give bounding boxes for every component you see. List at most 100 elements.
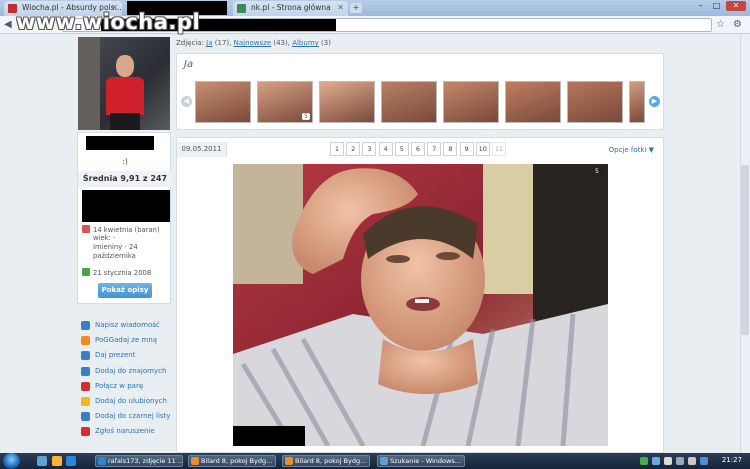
pager-page[interactable]: 2 [346,142,361,156]
tray-volume-icon[interactable] [688,457,696,465]
maximize-button[interactable]: □ [710,1,723,11]
taskbar-app-label: Szukanie - Windows... [390,457,461,465]
action-label: Połącz w parę [95,381,144,390]
action-link[interactable]: Dodaj do znajomych [80,364,175,379]
profile-status: :) [122,157,128,166]
photo-date: 09.05.2011 [177,142,227,157]
pager-page[interactable]: 5 [394,142,409,156]
explorer-icon[interactable] [37,456,47,466]
tab-label: nk.pl - Strona główna [251,3,331,12]
pager-page[interactable]: 4 [378,142,393,156]
wrench-icon[interactable]: ⚙ [733,19,742,30]
pager-page[interactable]: 11 [492,142,506,156]
pager-page[interactable]: 9 [459,142,474,156]
action-link[interactable]: Zgłoś naruszenie [80,424,175,439]
nk-favicon-icon [237,4,246,13]
rating-label: Średnia 9,91 z 247 [78,171,172,187]
minimize-button[interactable]: – [694,1,707,11]
star-icon [81,396,90,406]
action-link[interactable]: PoGGadaj ze mną [80,333,175,348]
album-thumbnail[interactable] [629,81,645,123]
gift-icon [81,351,90,361]
flower-icon [81,336,90,346]
calendar-icon [82,268,90,276]
pager-page[interactable]: 10 [475,142,490,156]
new-tab-button[interactable]: + [350,3,362,13]
photo-viewer: 09.05.2011 1 2 3 4 5 6 7 8 9 10 11 Opcje fotki ▼ [176,137,664,453]
action-label: Napisz wiadomość [95,321,160,329]
album-thumbnail[interactable] [567,81,623,123]
album-thumbnail[interactable] [505,81,561,123]
taskbar-app-label: Bilard 8, pokoj Bydg... [295,457,367,465]
tab-close-icon[interactable]: ✕ [337,3,344,12]
photos-nav: Zdjęcia: Ja (17), Najnowsze (43), Albumy… [176,39,331,47]
pager-page[interactable]: 1 [330,142,344,156]
ie-icon[interactable] [66,456,76,466]
album-thumbnail[interactable] [195,81,251,123]
album-next-button[interactable]: ▶ [649,96,660,107]
link-ja[interactable]: Ja [206,39,212,47]
album-thumbnail[interactable] [319,81,375,123]
album-thumbnail[interactable]: 5 [257,81,313,123]
action-link[interactable]: Dodaj do czarnej listy [80,409,175,424]
tray-network-icon[interactable] [640,457,648,465]
app-icon [98,457,106,465]
joined-line: 21 stycznia 2008 [82,268,151,278]
close-window-button[interactable]: ✕ [726,1,746,11]
link-albumy[interactable]: Albumy [292,39,319,47]
action-link[interactable]: Napisz wiadomość [80,318,175,333]
back-icon[interactable]: ◀ [4,19,12,30]
app-icon [380,457,388,465]
taskbar-app-label: Bilard 8, pokoj Bydg... [201,457,273,465]
profile-info-box: :) Średnia 9,91 z 247 14 kwietnia (baran… [77,132,172,304]
age-line: wiek: - [93,234,116,242]
main-photo[interactable]: 5 [233,164,608,446]
scrollbar[interactable] [740,35,750,453]
watermark-logo: www.wiocha.pl [16,10,201,34]
action-link[interactable]: Daj prezent [80,348,175,363]
pager-page[interactable]: 3 [362,142,377,156]
taskbar-app[interactable]: Bilard 8, pokoj Bydg... [282,455,370,467]
app-icon [285,457,293,465]
folder-icon[interactable] [52,456,62,466]
person-block-icon [81,412,90,422]
action-link[interactable]: Dodaj do ulubionych [80,394,175,409]
tray-chat-icon[interactable] [652,457,660,465]
tray-sync-icon[interactable] [664,457,672,465]
zodiac-icon [82,225,90,233]
pager-page[interactable]: 7 [427,142,442,156]
link-najnowsze[interactable]: Najnowsze [234,39,272,47]
app-icon [191,457,199,465]
photo-options-link[interactable]: Opcje fotki ▼ [609,146,654,154]
action-link[interactable]: Połącz w parę [80,379,175,394]
taskbar-app[interactable]: rafals173, zdjęcie 11 ... [95,455,183,467]
taskbar-clock: 21:27 [721,456,742,464]
tray-flag-icon[interactable] [676,457,684,465]
envelope-icon [81,321,90,330]
taskbar-app-label: rafals173, zdjęcie 11 ... [108,457,183,465]
album-thumbnail[interactable] [443,81,499,123]
tab-nk[interactable]: nk.pl - Strona główna ✕ [233,1,348,16]
svg-text:5: 5 [595,168,599,175]
bookmark-star-icon[interactable]: ☆ [716,19,725,30]
action-label: PoGGadaj ze mną [95,336,158,345]
heart-icon [81,381,90,391]
profile-avatar[interactable] [78,37,170,130]
album-thumbnail[interactable] [381,81,437,123]
pager-page[interactable]: 8 [443,142,458,156]
warning-icon [81,427,90,437]
show-descriptions-button[interactable]: Pokaż opisy [98,283,152,298]
taskbar-app[interactable]: Szukanie - Windows... [377,455,465,467]
start-button[interactable] [3,453,20,469]
action-label: Dodaj do czarnej listy [95,412,171,421]
action-label: Zgłoś naruszenie [95,427,155,436]
album-title: Ja [184,59,194,70]
scrollbar-thumb[interactable] [741,165,749,335]
album-prev-button[interactable]: ◀ [181,96,192,107]
album-strip: Ja ◀ 5 ▶ [176,53,664,130]
windows-taskbar: rafals173, zdjęcie 11 ... Bilard 8, pokoj… [0,453,750,469]
taskbar-app[interactable]: Bilard 8, pokoj Bydg... [188,455,276,467]
tray-power-icon[interactable] [700,457,708,465]
redacted-name [86,136,154,150]
pager-page[interactable]: 6 [411,142,425,156]
